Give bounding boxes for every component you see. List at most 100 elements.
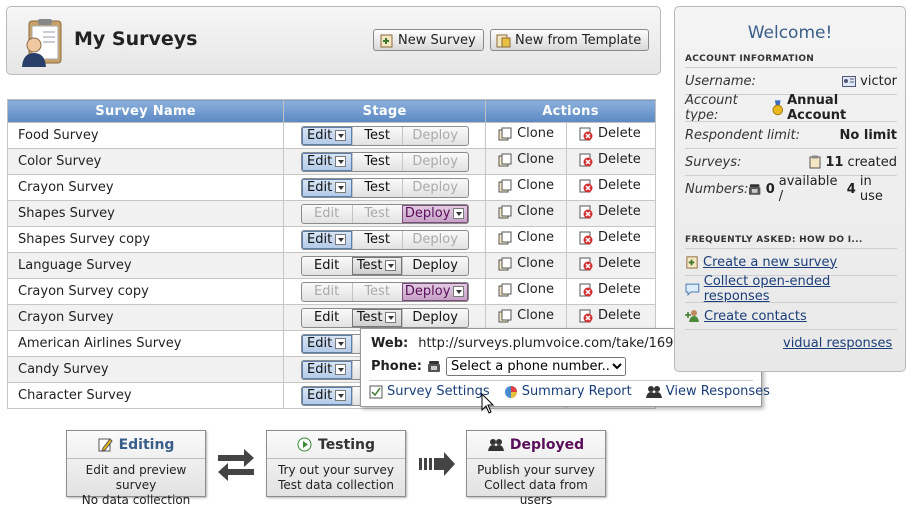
faq-link-open-ended[interactable]: Collect open-ended responses [704,274,897,304]
survey-name[interactable]: Candy Survey [6,356,285,383]
stage-edit-button[interactable]: Edit [301,152,352,171]
new-from-template-button[interactable]: New from Template [490,29,650,51]
phone-number-select[interactable]: Select a phone number... [445,357,626,376]
clone-cell: Clone [485,278,568,305]
stage-test-button[interactable]: Test [351,256,402,275]
stage-edit-button[interactable]: Edit [301,230,352,249]
stage-edit-label: Edit [307,362,333,377]
clone-button[interactable]: Clone [498,178,554,193]
stage-test-button[interactable]: Test [351,282,402,301]
faq-item-individual-responses[interactable]: vidual responses [685,329,897,356]
faq-link-individual-responses[interactable]: vidual responses [783,336,892,351]
stage-test-button[interactable]: Test [351,204,402,223]
delete-label: Delete [598,308,641,324]
clone-cell: Clone [485,304,568,331]
clone-button[interactable]: Clone [498,282,554,297]
clone-button[interactable]: Clone [498,256,554,271]
chevron-down-icon [335,130,347,141]
delete-button[interactable]: Delete [579,204,641,219]
stage-deploy-button[interactable]: Deploy [401,282,468,301]
survey-name[interactable]: Shapes Survey [6,200,285,227]
stage-selector[interactable]: Edit Test Deploy [300,255,469,276]
stage-edit-button[interactable]: Edit [301,334,352,353]
delete-button[interactable]: Delete [579,178,641,193]
stage-edit-button[interactable]: Edit [301,126,352,145]
faq-item-create-survey[interactable]: Create a new survey [685,248,897,275]
forward-arrow-icon [419,452,455,476]
delete-button[interactable]: Delete [579,256,641,271]
welcome-title: Welcome! [747,23,833,43]
stage-edit-label: Edit [307,180,333,195]
stage-deploy-button[interactable]: Deploy [401,178,468,197]
survey-name[interactable]: Language Survey [6,252,285,279]
table-row: Shapes Survey copy Edit Test Deploy Clone Del… [6,226,656,253]
chevron-down-icon [335,390,347,401]
delete-button[interactable]: Delete [579,308,641,323]
delete-button[interactable]: Delete [579,126,641,141]
clone-button[interactable]: Clone [498,204,554,219]
delete-button[interactable]: Delete [579,152,641,167]
survey-name[interactable]: Character Survey [6,382,285,409]
stage-selector[interactable]: Edit Test Deploy [300,281,469,302]
faq-link-create-survey[interactable]: Create a new survey [703,255,837,270]
stage-test-button[interactable]: Test [351,230,402,249]
stage-test-button[interactable]: Test [351,152,402,171]
stage-selector[interactable]: Edit Test Deploy [300,229,469,250]
id-card-icon [842,75,857,87]
clone-button[interactable]: Clone [498,152,554,167]
survey-name[interactable]: Crayon Survey [6,304,285,331]
faq-link-create-contacts[interactable]: Create contacts [704,309,807,324]
survey-name[interactable]: Color Survey [6,148,285,175]
stage-deploy-button[interactable]: Deploy [401,256,468,275]
new-survey-label: New Survey [398,32,476,48]
stage-selector[interactable]: Edit Test Deploy [300,151,469,172]
stage-selector[interactable]: Edit Test Deploy [300,125,469,146]
stage-edit-button[interactable]: Edit [302,205,352,223]
clone-icon [498,127,512,141]
column-header-actions: Actions [485,99,656,123]
survey-settings-link[interactable]: Survey Settings [369,384,490,399]
stage-deploy-button[interactable]: Deploy [401,230,468,249]
stage-test-button[interactable]: Test [351,126,402,145]
stage-deploy-button[interactable]: Deploy [401,126,468,145]
stage-test-button[interactable]: Test [351,178,402,197]
clone-button[interactable]: Clone [498,308,554,323]
stage-selector[interactable]: Edit Test Deploy [300,177,469,198]
stage-deploy-button[interactable]: Deploy [401,308,468,327]
table-row: Shapes Survey Edit Test Deploy Clone Delete [6,200,656,227]
clone-label: Clone [517,204,554,220]
survey-name[interactable]: Crayon Survey [6,174,285,201]
stage-edit-button[interactable]: Edit [302,309,352,327]
survey-name[interactable]: Shapes Survey copy [6,226,285,253]
delete-cell: Delete [566,304,656,331]
stage-edit-button[interactable]: Edit [301,178,352,197]
new-survey-button[interactable]: New Survey [373,29,484,51]
stage-box-deployed: Deployed Publish your survey Collect dat… [466,430,606,507]
stage-edit-button[interactable]: Edit [302,257,352,275]
survey-name[interactable]: American Airlines Survey [6,330,285,357]
faq-item-create-contacts[interactable]: Create contacts [685,302,897,329]
clone-button[interactable]: Clone [498,126,554,141]
stage-test-button[interactable]: Test [351,308,402,327]
stage-edit-button[interactable]: Edit [301,386,352,405]
chevron-down-icon [335,364,347,375]
stage-selector[interactable]: Edit Test Deploy [300,203,469,224]
stage-edit-button[interactable]: Edit [302,283,352,301]
clone-button[interactable]: Clone [498,230,554,245]
clone-label: Clone [517,282,554,298]
chevron-down-icon [335,234,347,245]
faq-item-open-ended[interactable]: Collect open-ended responses [685,274,897,304]
stage-deploy-button[interactable]: Deploy [401,152,468,171]
summary-report-link[interactable]: Summary Report [504,384,632,399]
view-responses-link[interactable]: View Responses [645,384,770,399]
stage-edit-button[interactable]: Edit [301,360,352,379]
surveys-count: 11 [825,154,844,170]
swap-arrows-icon [218,449,254,481]
delete-button[interactable]: Delete [579,230,641,245]
survey-name[interactable]: Food Survey [6,122,285,149]
stage-selector[interactable]: Edit Test Deploy [300,307,469,328]
survey-name[interactable]: Crayon Survey copy [6,278,285,305]
delete-button[interactable]: Delete [579,282,641,297]
page-title: My Surveys [74,28,198,50]
stage-deploy-button[interactable]: Deploy [401,204,468,223]
